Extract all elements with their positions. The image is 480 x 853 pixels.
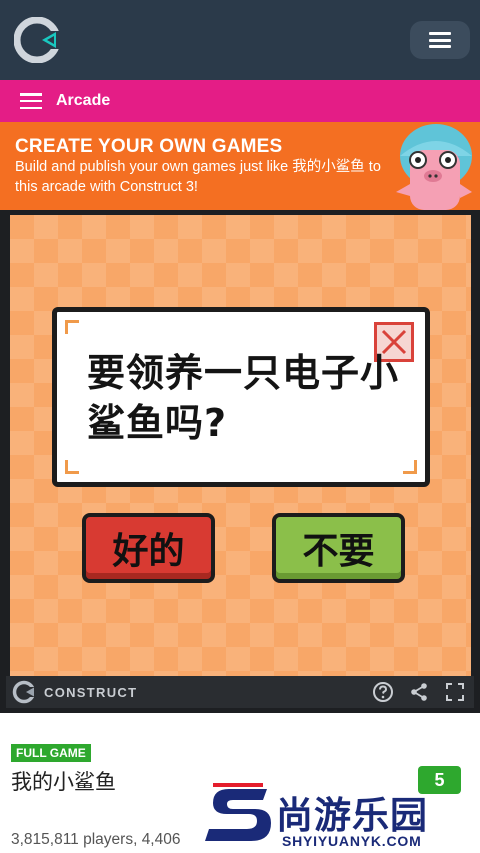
construct-brand-label: CONSTRUCT: [44, 684, 138, 700]
game-toolbar: CONSTRUCT: [6, 676, 474, 708]
dialog-corner: [403, 460, 417, 474]
promo-text: Build and publish your own games just li…: [15, 159, 381, 195]
dialog-corner: [65, 460, 79, 474]
help-icon[interactable]: [372, 681, 394, 703]
player-stats: 3,815,811 players, 4,406: [11, 831, 181, 848]
watermark-logo-icon: [205, 783, 271, 841]
adopt-dialog: 要领养一只电子小鲨鱼吗?: [52, 307, 430, 487]
full-game-badge: FULL GAME: [11, 744, 91, 762]
watermark-url: SHYIYUANYK.COM: [282, 833, 422, 849]
top-header: [0, 0, 480, 80]
promo-title: CREATE YOUR OWN GAMES: [15, 136, 283, 157]
construct-logo-icon[interactable]: [14, 17, 60, 63]
hamburger-icon: [429, 32, 451, 48]
dialog-question: 要领养一只电子小鲨鱼吗?: [87, 351, 400, 445]
arcade-bar: Arcade: [0, 80, 480, 122]
game-title: 我的小鲨鱼: [11, 770, 116, 794]
arcade-link[interactable]: Arcade: [56, 92, 110, 110]
game-toolbar-icons: [372, 681, 466, 703]
no-button[interactable]: 不要: [272, 513, 405, 583]
promo-banner[interactable]: CREATE YOUR OWN GAMES Build and publish …: [0, 122, 480, 210]
main-menu-button[interactable]: [410, 21, 470, 59]
game-frame: 要领养一只电子小鲨鱼吗? 好的 不要 CONSTRUCT: [0, 210, 480, 713]
fullscreen-icon[interactable]: [444, 681, 466, 703]
watermark-text: 尚游乐园: [276, 794, 428, 837]
share-icon[interactable]: [408, 681, 430, 703]
game-canvas[interactable]: 要领养一只电子小鲨鱼吗? 好的 不要: [10, 215, 471, 678]
mascot-illustration: [396, 124, 472, 210]
yes-button[interactable]: 好的: [82, 513, 215, 583]
dialog-corner: [65, 320, 79, 334]
construct-logo-icon: [12, 680, 36, 704]
arcade-menu-icon[interactable]: [20, 93, 42, 109]
